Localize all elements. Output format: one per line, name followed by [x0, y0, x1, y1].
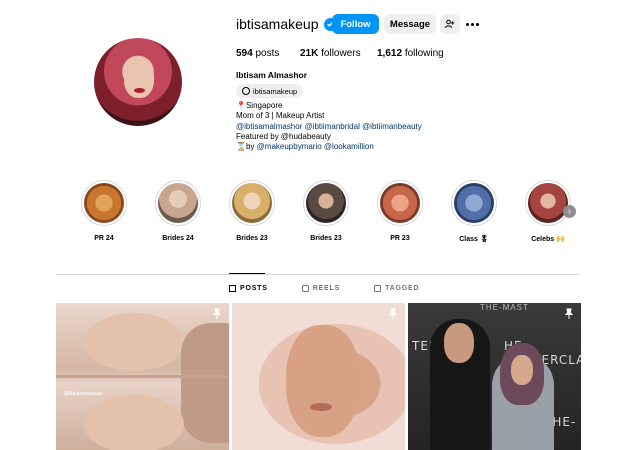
post-photo-lips — [310, 403, 332, 411]
profile-username: ibtisamakeup — [236, 16, 337, 32]
profile-full-name: Ibtisam Almashor — [236, 70, 308, 80]
post-watermark: @ibtisamakeup — [64, 391, 102, 397]
dot-icon — [475, 22, 479, 26]
highlight-label: Class 🎖 — [459, 236, 489, 243]
highlight-label: Celebs 🙌 — [531, 236, 565, 243]
following-link[interactable]: 1,612 following — [377, 48, 444, 59]
highlight-cover — [528, 183, 568, 223]
post-photo-face — [84, 313, 184, 371]
highlight-cover — [380, 183, 420, 223]
post-thumbnail[interactable]: THE-MAST TERCLASS HE-MASTERCLA THE- — [408, 303, 581, 450]
tab-tagged[interactable]: TAGGED — [374, 285, 419, 292]
bio-by-line: ⌛by @makeupbymario @lookamillion — [236, 142, 374, 152]
threads-badge[interactable]: ibtisamakeup — [236, 84, 304, 98]
story-highlight[interactable]: Brides 24 — [148, 180, 208, 242]
dot-icon — [465, 22, 469, 26]
bio-mentions[interactable]: @ibtisamalmashor @ibtiimanbridal @ibtiim… — [236, 122, 422, 132]
suggest-users-button[interactable] — [440, 14, 460, 34]
highlight-cover — [84, 183, 124, 223]
post-photo-face — [84, 395, 184, 450]
bio-line: Mom of 3 | Makeup Artist — [236, 111, 325, 121]
bio-featured: Featured by @hudabeauty — [236, 131, 331, 141]
highlights-next-button[interactable]: › — [563, 205, 576, 218]
location-pin-icon: 📍 — [236, 101, 246, 110]
threads-handle: ibtisamakeup — [253, 86, 298, 96]
post-photo-face — [511, 355, 533, 385]
threads-icon — [242, 87, 250, 95]
username-text: ibtisamakeup — [236, 16, 319, 32]
post-thumbnail[interactable]: @ibtisamakeup — [56, 303, 229, 450]
tagged-icon — [374, 285, 382, 292]
post-thumbnail[interactable] — [232, 303, 405, 450]
add-user-icon — [445, 19, 455, 28]
hourglass-icon: ⌛ — [236, 142, 246, 152]
highlight-label: Brides 24 — [162, 235, 194, 242]
highlight-cover — [232, 183, 272, 223]
tabs-divider — [56, 274, 580, 275]
story-highlight[interactable]: PR 23 — [370, 180, 430, 242]
story-highlight[interactable]: Brides 23 — [296, 180, 356, 242]
post-photo-seam — [56, 375, 229, 378]
tab-reels[interactable]: REELS — [301, 285, 340, 292]
highlight-cover — [306, 183, 346, 223]
post-banner-text: THE-MAST — [480, 303, 529, 312]
tab-posts[interactable]: POSTS — [229, 285, 268, 292]
highlight-label: Brides 23 — [310, 235, 342, 242]
pinned-icon — [564, 308, 574, 319]
grid-icon — [229, 285, 236, 292]
story-highlight[interactable]: PR 24 — [74, 180, 134, 242]
active-tab-indicator — [229, 273, 265, 274]
story-highlight[interactable]: Brides 23 — [222, 180, 282, 242]
pinned-icon — [212, 308, 222, 319]
story-highlight[interactable]: Class 🎖 — [444, 180, 504, 243]
posts-count: 594 posts — [236, 48, 280, 59]
bio-location: 📍Singapore — [236, 101, 283, 110]
followers-link[interactable]: 21K followers — [300, 48, 377, 59]
chevron-right-icon: › — [568, 206, 571, 216]
profile-avatar[interactable] — [94, 38, 182, 126]
post-photo-face — [444, 323, 474, 363]
message-button[interactable]: Message — [384, 14, 436, 34]
reels-icon — [301, 285, 309, 292]
bio-by-mentions[interactable]: @makeupbymario @lookamillion — [257, 142, 374, 151]
avatar-lips — [134, 88, 145, 93]
highlight-label: PR 23 — [390, 235, 410, 242]
pinned-icon — [388, 308, 398, 319]
profile-bio: 📍Singapore Mom of 3 | Makeup Artist @ibt… — [236, 101, 422, 152]
follow-button[interactable]: Follow — [332, 14, 379, 34]
post-photo-face — [286, 325, 360, 437]
more-options-button[interactable] — [464, 17, 480, 31]
post-photo-scarf — [181, 323, 229, 443]
highlight-label: Brides 23 — [236, 235, 268, 242]
profile-stats: 594 posts 21K followers 1,612 following — [236, 48, 444, 59]
highlight-cover — [454, 183, 494, 223]
profile-tabs: POSTS REELS TAGGED — [229, 285, 419, 292]
dot-icon — [470, 22, 474, 26]
highlight-cover — [158, 183, 198, 223]
highlight-label: PR 24 — [94, 235, 114, 242]
